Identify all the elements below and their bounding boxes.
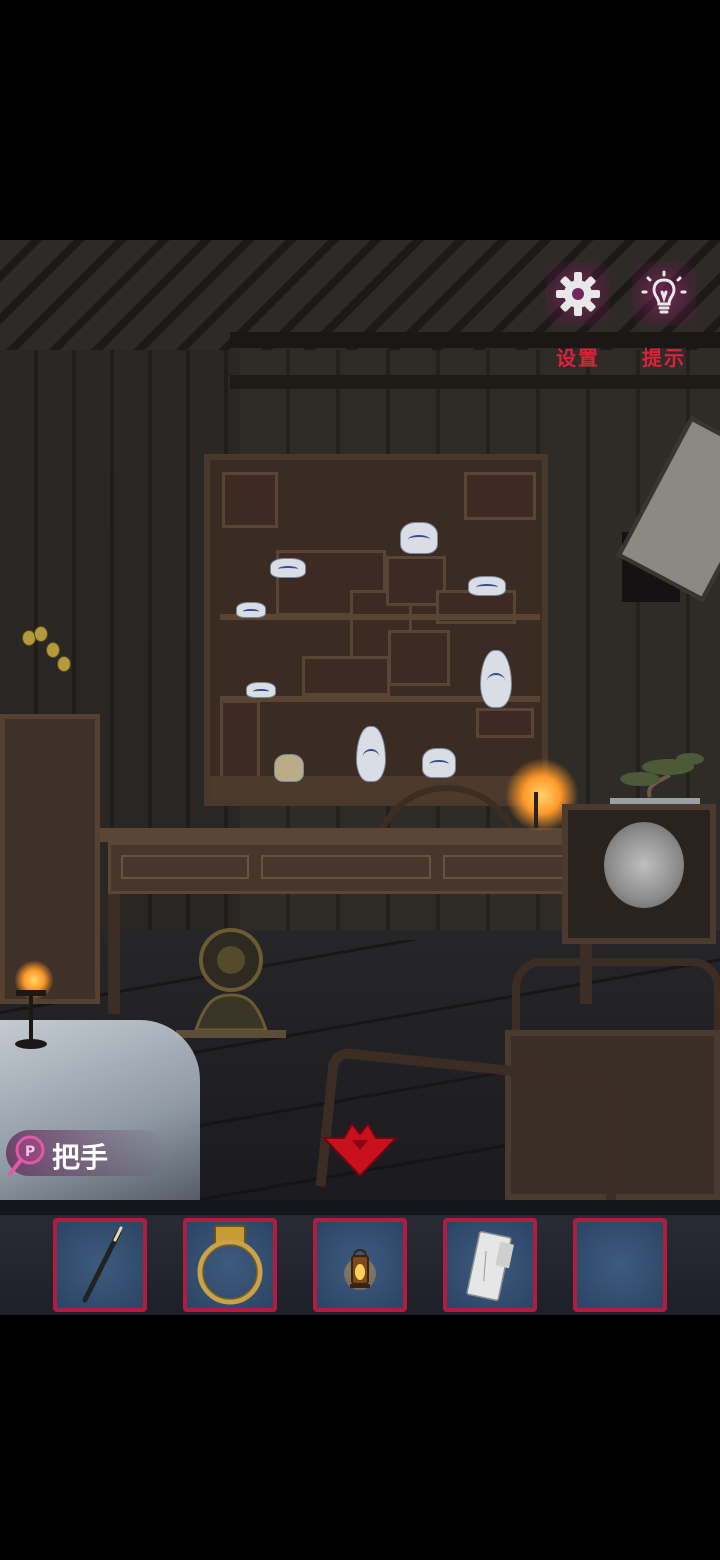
desk-drawer[interactable]: [443, 855, 581, 879]
porcelain-vase[interactable]: [480, 650, 512, 708]
svg-text:P: P: [25, 1144, 35, 1160]
desk-drawer[interactable]: [121, 855, 249, 879]
inventory-slot-1[interactable]: [53, 1218, 147, 1312]
brass-ring-handle-icon: [197, 1225, 263, 1305]
selected-item-name: 把手: [52, 1141, 109, 1174]
bronze-cup[interactable]: [274, 754, 304, 782]
coin[interactable]: [34, 626, 48, 642]
porcelain-bowl[interactable]: [468, 576, 506, 596]
teapot[interactable]: [400, 522, 438, 554]
game-scene[interactable]: 设置 提示 P 把手: [0, 240, 720, 1200]
red-down-arrow-icon[interactable]: [322, 1116, 398, 1178]
settings-button[interactable]: 设置: [538, 254, 618, 370]
paper-note-icon: [466, 1230, 514, 1302]
candle-holder[interactable]: [10, 970, 52, 1050]
inventory-slot-3[interactable]: [313, 1218, 407, 1312]
decorative-plate[interactable]: [604, 822, 684, 908]
desk-top: [100, 828, 596, 842]
desk-drawers[interactable]: [108, 842, 592, 894]
incense-stick-icon: [82, 1226, 123, 1303]
shelf-compartment: [220, 700, 260, 786]
gear-icon: [556, 272, 600, 316]
porcelain-cup[interactable]: [246, 682, 276, 698]
hint-button[interactable]: 提示: [624, 254, 704, 370]
settings-label: 设置: [556, 346, 600, 370]
shelf-compartment: [222, 472, 278, 528]
letterbox-bottom: [0, 1315, 720, 1560]
bronze-disc-stand[interactable]: [176, 920, 286, 1040]
inventory-slot-5[interactable]: [573, 1218, 667, 1312]
shelf-compartment: [476, 708, 534, 738]
letterbox-top: [0, 0, 720, 240]
inventory-slot-2[interactable]: [183, 1218, 277, 1312]
shelf-compartment: [464, 472, 536, 520]
porcelain-cup[interactable]: [236, 602, 266, 618]
magnifier-icon: P: [8, 1135, 45, 1176]
selected-item-indicator: P 把手: [6, 1130, 206, 1180]
bonsai-tree[interactable]: [600, 745, 710, 805]
oil-lantern-icon: [344, 1249, 376, 1290]
desk-drawer[interactable]: [261, 855, 431, 879]
hint-label: 提示: [642, 346, 686, 370]
coin[interactable]: [57, 656, 71, 672]
foreground-chair: [512, 958, 720, 1038]
inventory-slot-4[interactable]: [443, 1218, 537, 1312]
shelf-board: [220, 614, 540, 620]
lightbulb-icon: [641, 270, 687, 314]
ceiling-beam: [230, 375, 720, 389]
desk-leg: [108, 894, 120, 1014]
porcelain-bowl[interactable]: [270, 558, 306, 578]
teapot[interactable]: [422, 748, 456, 778]
coin[interactable]: [46, 642, 60, 658]
left-cabinet[interactable]: [0, 714, 100, 1004]
porcelain-vase[interactable]: [356, 726, 386, 782]
shelf-compartment: [302, 656, 390, 696]
shelf-compartment: [388, 630, 450, 686]
candle-stand: [534, 792, 538, 828]
inventory-border: [0, 1200, 720, 1215]
